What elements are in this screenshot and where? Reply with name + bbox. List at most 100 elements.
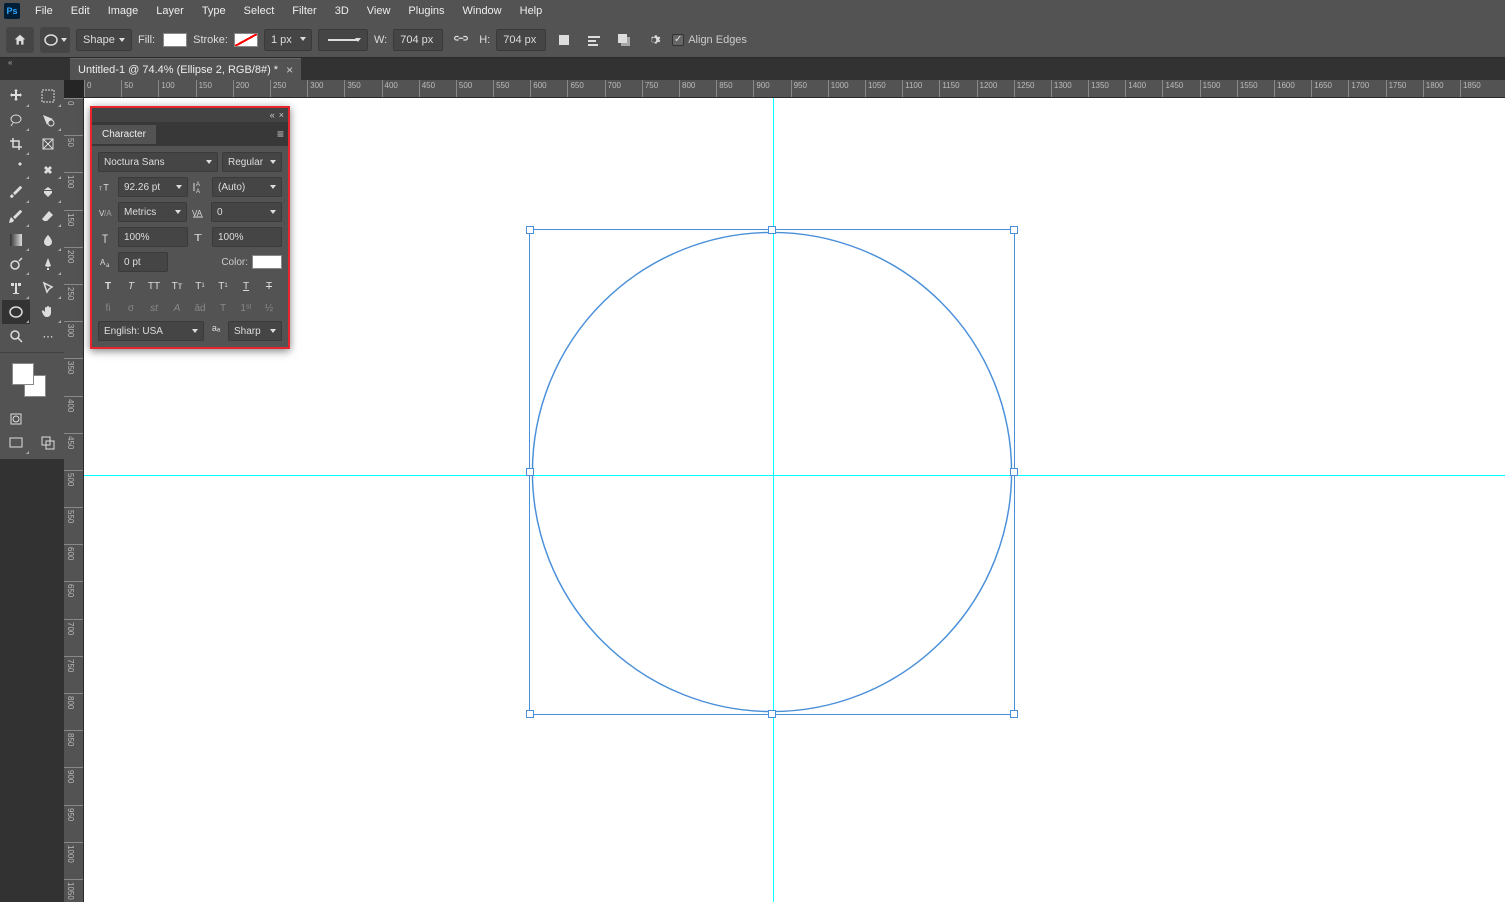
horizontal-ruler[interactable]: 0501001502002503003504004505005506006507… [84,80,1505,98]
dodge-tool[interactable] [2,252,30,276]
menu-select[interactable]: Select [235,3,284,19]
text-color-swatch[interactable] [252,255,282,269]
brush-tool[interactable] [2,180,30,204]
panel-header[interactable]: « × [92,108,288,122]
underline-button[interactable]: T [236,277,256,295]
handle-ne[interactable] [1010,226,1018,234]
gear-icon[interactable] [642,29,666,51]
height-input[interactable]: 704 px [496,29,546,51]
close-icon[interactable]: × [279,110,284,120]
handle-sw[interactable] [526,710,534,718]
handle-n[interactable] [768,226,776,234]
subscript-button[interactable]: T1 [213,277,233,295]
stroke-color-swatch[interactable] [234,33,258,47]
font-family-select[interactable]: Noctura Sans [98,152,218,172]
clone-stamp-tool[interactable] [34,180,62,204]
language-select[interactable]: English: USA [98,321,204,341]
bold-button[interactable]: T [98,277,118,295]
eraser-tool[interactable] [34,204,62,228]
gradient-tool[interactable] [2,228,30,252]
menu-layer[interactable]: Layer [147,3,193,19]
handle-w[interactable] [526,468,534,476]
blur-tool[interactable] [34,228,62,252]
menu-filter[interactable]: Filter [283,3,325,19]
path-select-tool[interactable] [34,276,62,300]
italic-button[interactable]: T [121,277,141,295]
menu-plugins[interactable]: Plugins [399,3,453,19]
more-tools[interactable]: ⋯ [34,324,62,348]
smallcaps-button[interactable]: Tᴛ [167,277,187,295]
stylistic-button[interactable]: ād [190,299,210,317]
arrange-icon[interactable] [612,29,636,51]
history-brush-tool[interactable] [2,204,30,228]
hscale-input[interactable]: 100% [212,227,282,247]
menu-image[interactable]: Image [99,3,148,19]
tracking-input[interactable]: 0 [211,202,282,222]
canvas[interactable] [84,98,1505,902]
ellipse-selection[interactable] [529,229,1015,715]
document-tab[interactable]: Untitled-1 @ 74.4% (Ellipse 2, RGB/8#) *… [70,58,301,80]
handle-e[interactable] [1010,468,1018,476]
discretionary-button[interactable]: st [144,299,164,317]
vscale-input[interactable]: 100% [118,227,188,247]
fractions-button[interactable]: ½ [259,299,279,317]
path-ops-icon[interactable] [552,29,576,51]
vertical-ruler[interactable]: 0501001502002503003504004505005506006507… [64,98,84,902]
marquee-tool[interactable] [34,84,62,108]
leading-input[interactable]: (Auto) [212,177,282,197]
menu-3d[interactable]: 3D [326,3,358,19]
link-wh-icon[interactable] [449,29,473,51]
healing-tool[interactable] [34,156,62,180]
menu-file[interactable]: File [26,3,62,19]
screen-mode-icon[interactable] [2,431,30,455]
quick-select-tool[interactable] [34,108,62,132]
swash-button[interactable]: A [167,299,187,317]
menu-view[interactable]: View [358,3,400,19]
crop-tool[interactable] [2,132,30,156]
lasso-tool[interactable] [2,108,30,132]
move-tool[interactable] [2,84,30,108]
type-tool[interactable] [2,276,30,300]
baseline-input[interactable]: 0 pt [118,252,168,272]
handle-s[interactable] [768,710,776,718]
allcaps-button[interactable]: TT [144,277,164,295]
shape-mode-select[interactable]: Shape [76,29,132,51]
width-input[interactable]: 704 px [393,29,443,51]
screen-mode2-icon[interactable] [34,431,62,455]
align-edges-checkbox[interactable]: Align Edges [672,34,747,46]
titling-button[interactable]: T [213,299,233,317]
frame-tool[interactable] [34,132,62,156]
close-tab-icon[interactable]: × [286,63,293,77]
menu-window[interactable]: Window [454,3,511,19]
stroke-style-select[interactable] [318,29,368,51]
strike-button[interactable]: T [259,277,279,295]
menu-edit[interactable]: Edit [62,3,99,19]
panel-menu-icon[interactable]: ≡ [277,127,284,141]
shape-tool[interactable] [2,300,30,324]
ligatures-button[interactable]: fi [98,299,118,317]
current-tool-indicator[interactable] [40,27,70,53]
hand-tool[interactable] [34,300,62,324]
quick-mask-icon[interactable] [2,407,30,431]
pen-tool[interactable] [34,252,62,276]
stroke-width-input[interactable]: 1 px [264,29,312,51]
ordinals-button[interactable]: 1ˢᵗ [236,299,256,317]
collapse-chevron-icon[interactable]: « [8,58,20,70]
color-picker[interactable] [12,363,48,399]
home-button[interactable] [6,27,34,53]
menu-help[interactable]: Help [511,3,552,19]
contextual-button[interactable]: σ [121,299,141,317]
superscript-button[interactable]: T1 [190,277,210,295]
character-panel[interactable]: « × Character ≡ Noctura Sans Regular TT … [90,106,290,349]
font-size-input[interactable]: 92.26 pt [118,177,188,197]
antialias-select[interactable]: Sharp [228,321,282,341]
handle-se[interactable] [1010,710,1018,718]
collapse-icon[interactable]: « [270,110,275,120]
eyedropper-tool[interactable] [2,156,30,180]
fill-color-swatch[interactable] [163,33,187,47]
align-icon[interactable] [582,29,606,51]
character-tab[interactable]: Character [92,125,156,144]
menu-type[interactable]: Type [193,3,235,19]
fg-color-swatch[interactable] [12,363,34,385]
kerning-select[interactable]: Metrics [118,202,187,222]
